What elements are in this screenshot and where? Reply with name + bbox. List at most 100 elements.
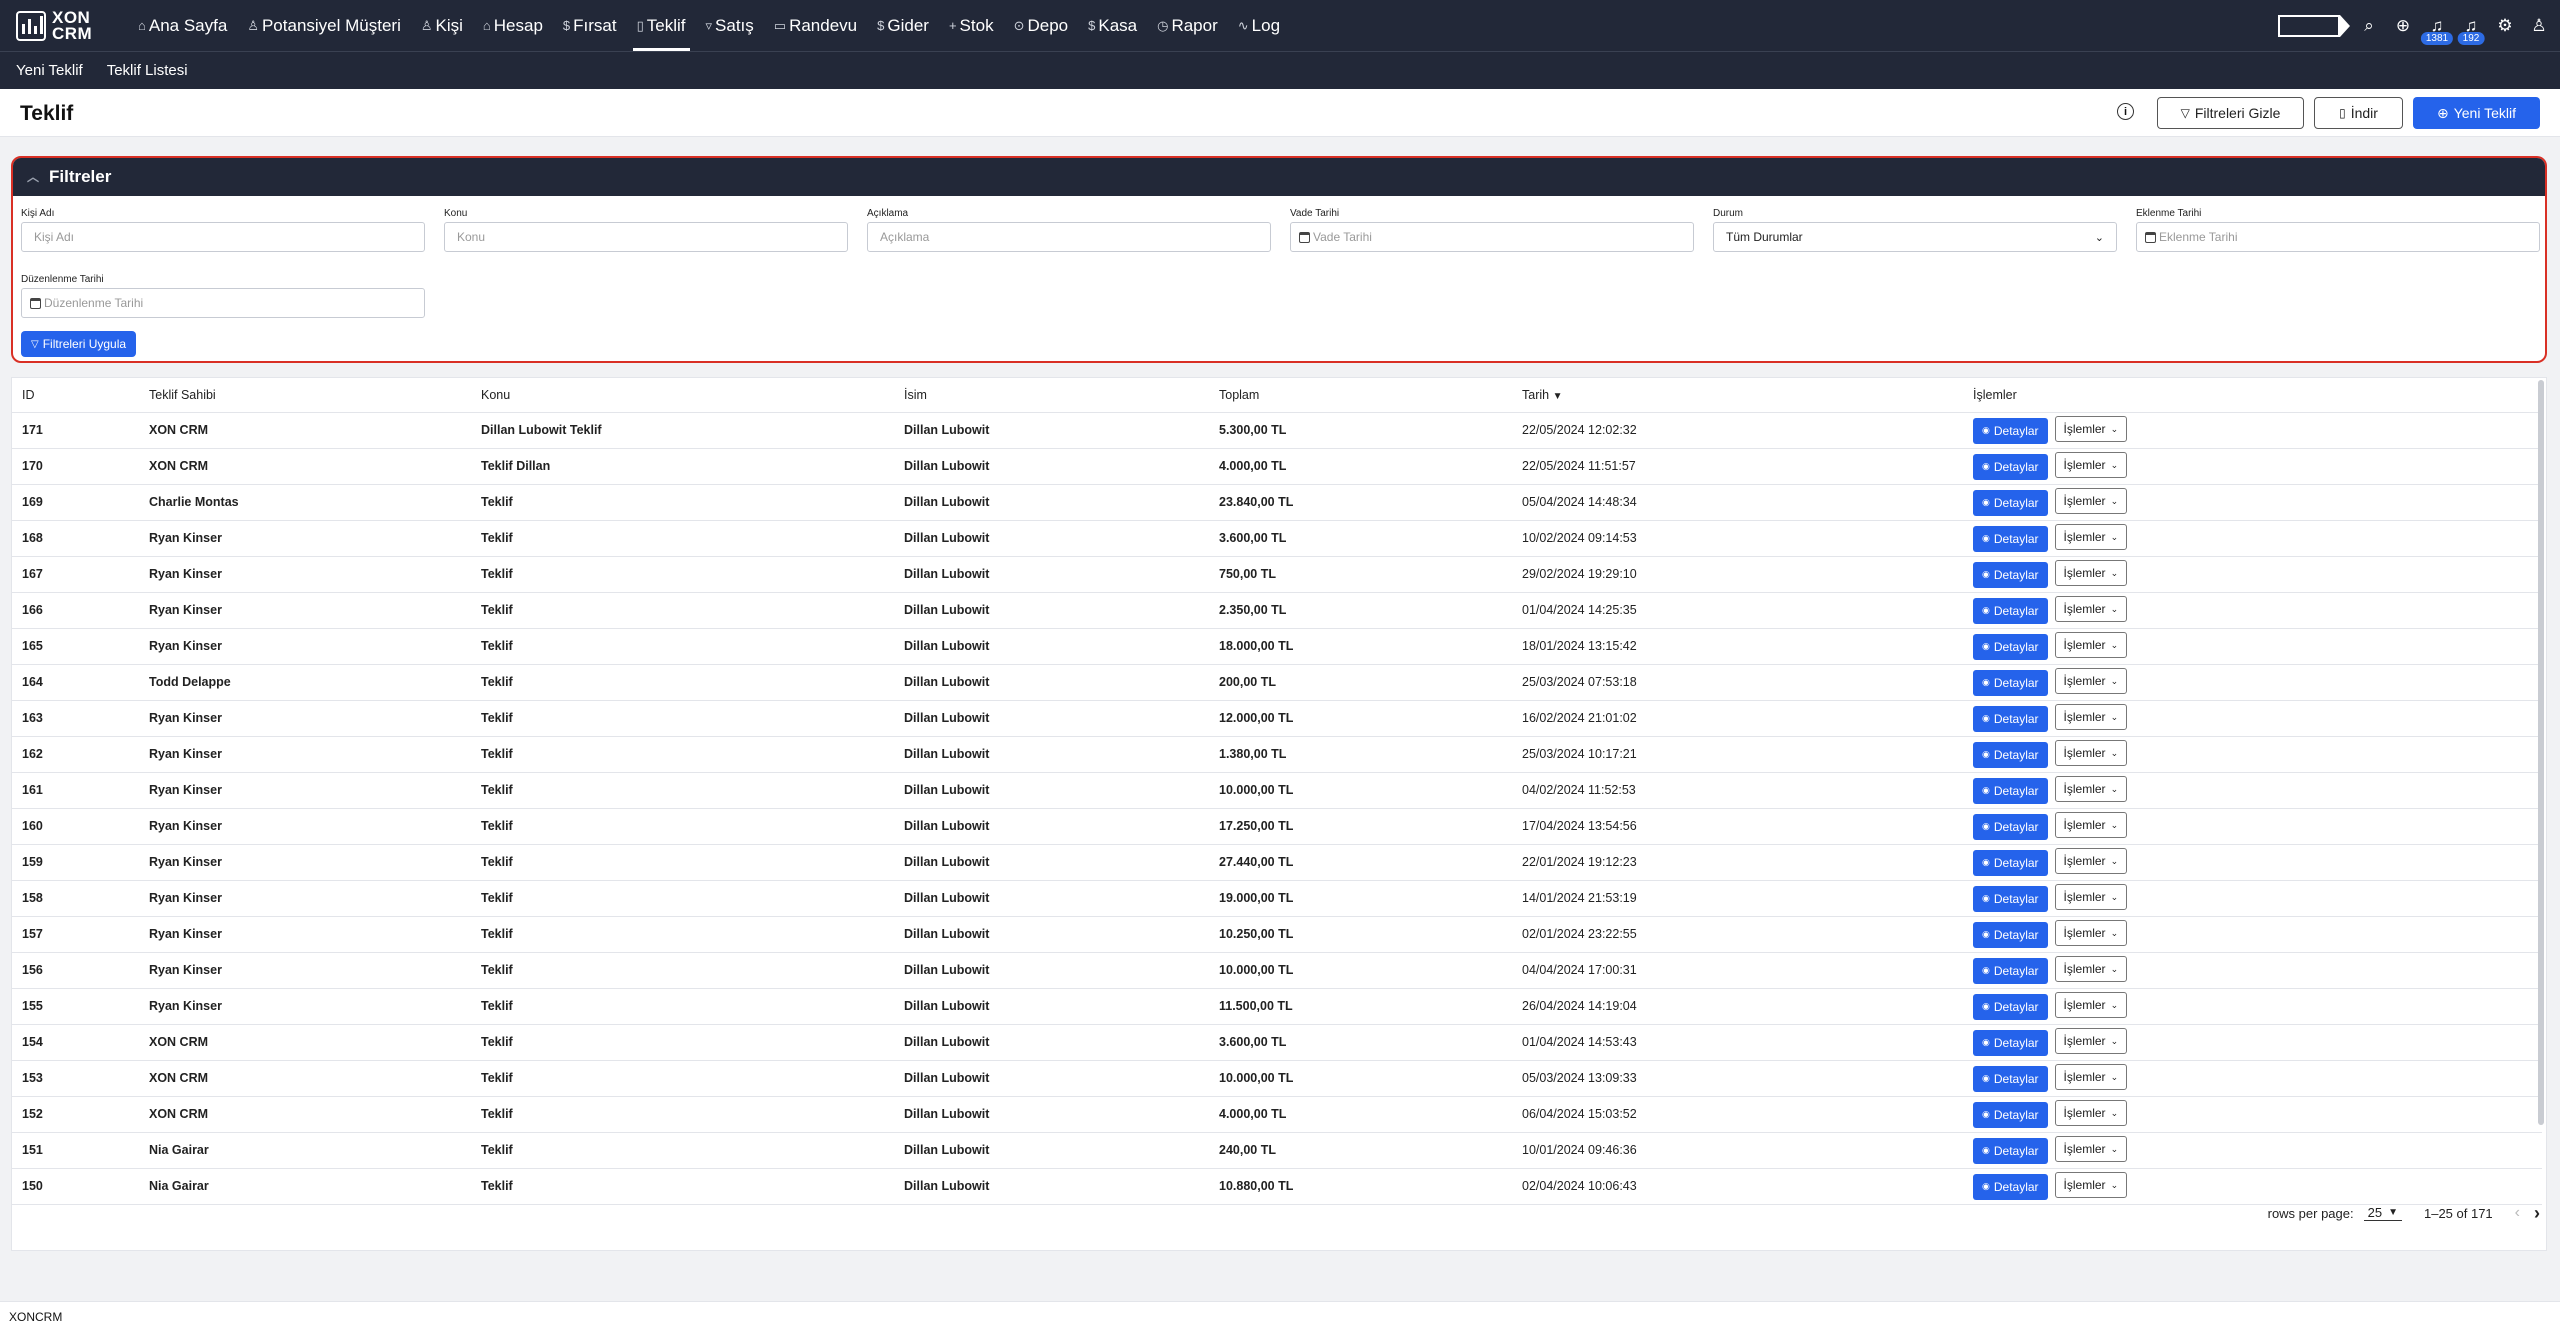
col-owner[interactable]: Teklif Sahibi (139, 378, 471, 413)
col-subject[interactable]: Konu (471, 378, 894, 413)
actions-dropdown-button[interactable]: İşlemler ⌄ (2054, 956, 2128, 983)
nav-item-1[interactable]: ♙ Potansiyel Müşteri (237, 0, 411, 51)
gear-icon[interactable]: ⚙ (2488, 9, 2522, 43)
actions-dropdown-button[interactable]: İşlemler ⌄ (2054, 920, 2128, 947)
actions-dropdown-button[interactable]: İşlemler ⌄ (2054, 524, 2128, 551)
language-flag-icon[interactable] (2278, 14, 2350, 37)
details-button[interactable]: ◉ Detaylar (1973, 1173, 2048, 1200)
bell-icon[interactable]: ♫ 1381 (2420, 9, 2454, 45)
details-button[interactable]: ◉ Detaylar (1973, 921, 2048, 948)
actions-label: İşlemler (2063, 494, 2106, 509)
kisi-input[interactable]: Kişi Adı (21, 222, 425, 252)
eklenme-date-input[interactable]: Eklenme Tarihi (2136, 222, 2540, 252)
actions-dropdown-button[interactable]: İşlemler ⌄ (2054, 812, 2128, 839)
col-id[interactable]: ID (12, 378, 139, 413)
actions-dropdown-button[interactable]: İşlemler ⌄ (2054, 1100, 2128, 1127)
details-button[interactable]: ◉ Detaylar (1973, 669, 2048, 696)
actions-dropdown-button[interactable]: İşlemler ⌄ (2054, 848, 2128, 875)
details-button[interactable]: ◉ Detaylar (1973, 813, 2048, 840)
actions-dropdown-button[interactable]: İşlemler ⌄ (2054, 992, 2128, 1019)
apply-filters-button[interactable]: ▽ Filtreleri Uygula (21, 331, 137, 357)
details-button[interactable]: ◉ Detaylar (1973, 777, 2048, 804)
table-scrollbar[interactable] (2538, 380, 2544, 1125)
details-button[interactable]: ◉ Detaylar (1973, 489, 2048, 516)
nav-item-12[interactable]: ◷ Rapor (1147, 0, 1228, 51)
details-button[interactable]: ◉ Detaylar (1973, 453, 2048, 480)
nav-item-10[interactable]: ⊙ Depo (1004, 0, 1079, 51)
details-button[interactable]: ◉ Detaylar (1973, 885, 2048, 912)
actions-dropdown-button[interactable]: İşlemler ⌄ (2054, 632, 2128, 659)
app-logo[interactable]: XON CRM (16, 9, 112, 42)
cell-subject: Teklif (471, 1096, 894, 1133)
next-page-icon[interactable]: › (2534, 1203, 2540, 1224)
bell-icon-2[interactable]: ♫ 192 (2454, 9, 2488, 45)
hide-filters-button[interactable]: ▽ Filtreleri Gizle (2157, 97, 2304, 129)
nav-item-6[interactable]: ▿ Satış (696, 0, 764, 51)
nav-item-7[interactable]: ▭ Randevu (764, 0, 867, 51)
details-button[interactable]: ◉ Detaylar (1973, 849, 2048, 876)
download-button[interactable]: ▯ İndir (2314, 97, 2403, 129)
cell-date: 14/01/2024 21:53:19 (1512, 880, 1963, 917)
durum-select[interactable]: Tüm Durumlar ⌄ (1713, 222, 2117, 252)
details-button[interactable]: ◉ Detaylar (1973, 633, 2048, 660)
nav-item-9[interactable]: + Stok (939, 0, 1004, 51)
add-circle-icon[interactable]: ⊕ (2386, 9, 2420, 43)
actions-dropdown-button[interactable]: İşlemler ⌄ (2054, 884, 2128, 911)
actions-dropdown-button[interactable]: İşlemler ⌄ (2054, 1064, 2128, 1091)
actions-dropdown-button[interactable]: İşlemler ⌄ (2054, 1028, 2128, 1055)
aciklama-input[interactable]: Açıklama (867, 222, 1271, 252)
actions-dropdown-button[interactable]: İşlemler ⌄ (2054, 704, 2128, 731)
details-button[interactable]: ◉ Detaylar (1973, 525, 2048, 552)
chevron-up-icon[interactable]: ︿ (27, 168, 39, 185)
details-button[interactable]: ◉ Detaylar (1973, 993, 2048, 1020)
col-name[interactable]: İsim (894, 378, 1209, 413)
nav-item-4[interactable]: $ Fırsat (553, 0, 627, 51)
duzenlenme-date-input[interactable]: Düzenlenme Tarihi (21, 288, 425, 318)
details-button[interactable]: ◉ Detaylar (1973, 741, 2048, 768)
details-label: Detaylar (1993, 891, 2039, 906)
col-date[interactable]: Tarih ▼ (1512, 378, 1963, 413)
vade-date-input[interactable]: Vade Tarihi (1290, 222, 1694, 252)
actions-dropdown-button[interactable]: İşlemler ⌄ (2054, 488, 2128, 515)
actions-dropdown-button[interactable]: İşlemler ⌄ (2054, 740, 2128, 767)
nav-item-11[interactable]: $ Kasa (1078, 0, 1147, 51)
nav-item-5[interactable]: ▯ Teklif (627, 0, 696, 51)
filters-header[interactable]: ︿ Filtreler (13, 158, 2545, 196)
col-total[interactable]: Toplam (1209, 378, 1512, 413)
nav-item-0[interactable]: ⌂ Ana Sayfa (128, 0, 237, 51)
details-button[interactable]: ◉ Detaylar (1973, 597, 2048, 624)
subnav-offer-list[interactable]: Teklif Listesi (107, 62, 188, 79)
prev-page-icon[interactable]: ‹ (2515, 1204, 2520, 1222)
user-icon[interactable]: ♙ (2522, 9, 2556, 43)
nav-item-3[interactable]: ⌂ Hesap (473, 0, 553, 51)
cell-id: 150 (12, 1168, 139, 1205)
details-button[interactable]: ◉ Detaylar (1973, 1137, 2048, 1164)
actions-dropdown-button[interactable]: İşlemler ⌄ (2054, 416, 2128, 443)
actions-dropdown-button[interactable]: İşlemler ⌄ (2054, 452, 2128, 479)
details-button[interactable]: ◉ Detaylar (1973, 561, 2048, 588)
actions-dropdown-button[interactable]: İşlemler ⌄ (2054, 1136, 2128, 1163)
rows-per-page-select[interactable]: 25 ▼ (2363, 1205, 2402, 1221)
details-button[interactable]: ◉ Detaylar (1973, 705, 2048, 732)
actions-dropdown-button[interactable]: İşlemler ⌄ (2054, 560, 2128, 587)
nav-icon: ▯ (636, 17, 644, 33)
actions-dropdown-button[interactable]: İşlemler ⌄ (2054, 776, 2128, 803)
subnav-new-offer[interactable]: Yeni Teklif (16, 62, 83, 79)
nav-label: Teklif (646, 15, 686, 35)
details-button[interactable]: ◉ Detaylar (1973, 1029, 2048, 1056)
details-button[interactable]: ◉ Detaylar (1973, 417, 2048, 444)
details-button[interactable]: ◉ Detaylar (1973, 957, 2048, 984)
konu-input[interactable]: Konu (444, 222, 848, 252)
nav-item-2[interactable]: ♙ Kişi (411, 0, 473, 51)
actions-dropdown-button[interactable]: İşlemler ⌄ (2054, 668, 2128, 695)
actions-label: İşlemler (2063, 1142, 2106, 1157)
actions-dropdown-button[interactable]: İşlemler ⌄ (2054, 1172, 2128, 1199)
details-button[interactable]: ◉ Detaylar (1973, 1101, 2048, 1128)
actions-dropdown-button[interactable]: İşlemler ⌄ (2054, 596, 2128, 623)
nav-item-8[interactable]: $ Gider (867, 0, 939, 51)
new-offer-button[interactable]: ⊕ Yeni Teklif (2413, 97, 2540, 129)
info-icon[interactable]: i (2117, 103, 2134, 120)
search-icon[interactable]: ⌕ (2352, 9, 2386, 43)
nav-item-13[interactable]: ∿ Log (1228, 0, 1290, 51)
details-button[interactable]: ◉ Detaylar (1973, 1065, 2048, 1092)
